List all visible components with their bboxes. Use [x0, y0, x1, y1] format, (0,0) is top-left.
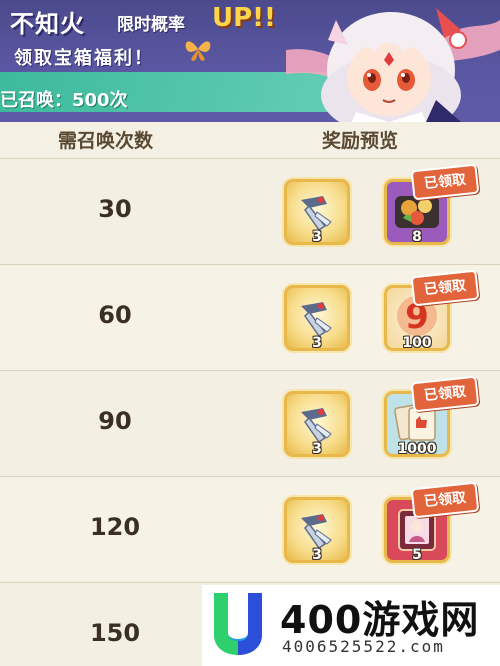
site-name: 400游戏网 [280, 598, 480, 642]
claimed-badge: 已领取 [410, 163, 480, 201]
banner-title-up: UP!! [212, 3, 276, 33]
table-row: 30 3 8 已领取 [0, 158, 500, 264]
item-quantity: 3 [312, 229, 322, 245]
site-watermark: 400游戏网 4006525522.com [202, 585, 500, 666]
banner-subtitle: 领取宝箱福利！ [14, 48, 154, 69]
row-count: 60 [98, 301, 132, 329]
reward-item-key[interactable]: 3 [284, 285, 350, 351]
table-header: 需召唤次数 奖励预览 [0, 122, 500, 158]
table-row: 120 3 5 已领取 [0, 476, 500, 582]
banner-title-sub: 限时概率 [117, 15, 185, 35]
item-quantity: 100 [402, 335, 432, 351]
header-summon-count: 需召唤次数 [58, 130, 154, 152]
reward-item-key[interactable]: 3 [284, 391, 350, 457]
summon-reward-page: 不知火 限时概率 UP!! 领取宝箱福利！ 已召唤：500次 需召唤次数 奖励预… [0, 0, 500, 666]
row-count: 30 [98, 195, 132, 223]
row-count: 90 [98, 407, 132, 435]
character-illustration [286, 8, 500, 122]
row-count: 120 [89, 513, 141, 541]
site-phone: 4006525522.com [282, 637, 445, 656]
claimed-badge: 已领取 [410, 481, 480, 519]
item-quantity: 1000 [397, 441, 437, 457]
banner-title: 不知火 [10, 10, 85, 38]
item-quantity: 5 [412, 547, 422, 563]
table-row: 60 3 9 100 已领取 [0, 264, 500, 370]
item-quantity: 3 [312, 335, 322, 351]
row-count: 150 [89, 619, 141, 647]
claimed-badge: 已领取 [410, 269, 480, 307]
reward-item-key[interactable]: 3 [284, 497, 350, 563]
item-quantity: 8 [412, 229, 422, 245]
claimed-badge: 已领取 [410, 375, 480, 413]
summon-count-label: 已召唤：500次 [0, 90, 128, 111]
butterfly-icon [185, 41, 211, 61]
item-quantity: 3 [312, 441, 322, 457]
item-quantity: 3 [312, 547, 322, 563]
header-reward-preview: 奖励预览 [322, 130, 399, 152]
table-row: 90 3 1000 已领取 [0, 370, 500, 476]
event-banner: 不知火 限时概率 UP!! 领取宝箱福利！ 已召唤：500次 [0, 0, 500, 122]
reward-item-key[interactable]: 3 [284, 179, 350, 245]
site-logo-icon [214, 593, 262, 655]
